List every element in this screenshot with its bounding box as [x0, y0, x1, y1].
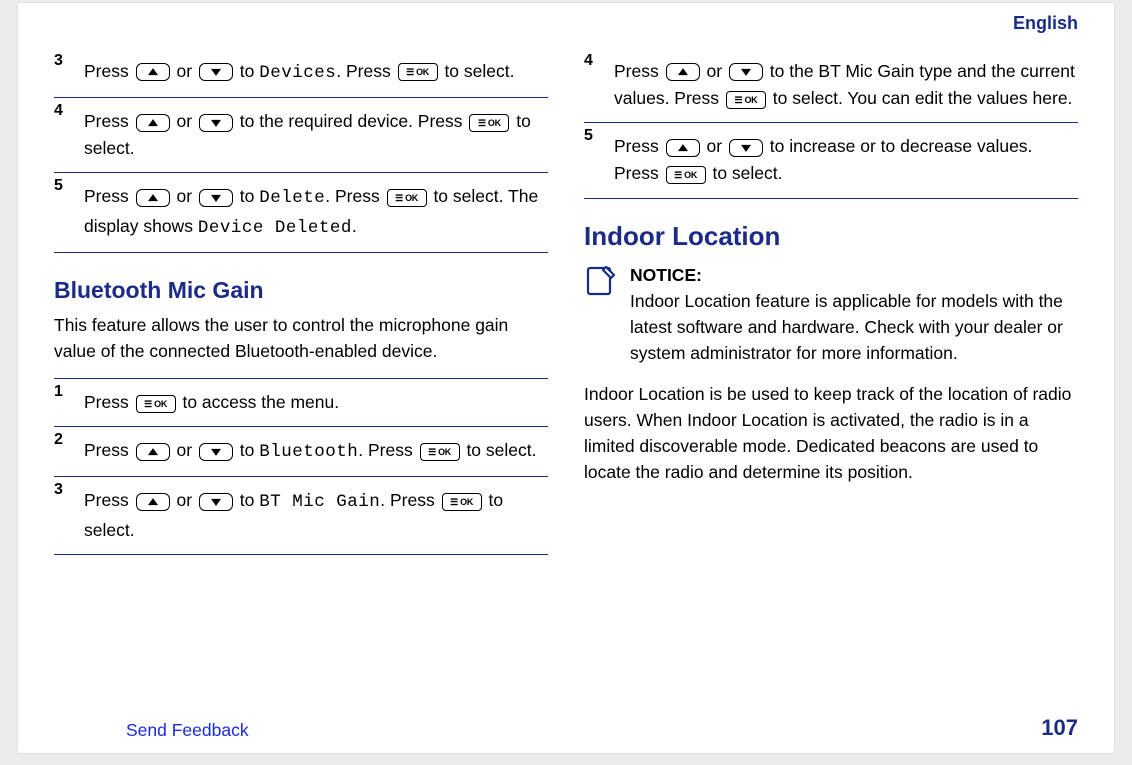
ok-button-icon: ☰ OK: [726, 91, 766, 109]
ok-button-icon: ☰ OK: [398, 63, 438, 81]
send-feedback-link[interactable]: Send Feedback: [126, 720, 249, 741]
up-arrow-icon: [136, 189, 170, 207]
step-text: Press ☰ OK to access the menu.: [54, 389, 548, 416]
indoor-location-paragraph: Indoor Location is be used to keep track…: [584, 381, 1078, 486]
page-footer: Send Feedback 107: [54, 715, 1078, 741]
ok-button-icon: ☰ OK: [387, 189, 427, 207]
notice-label: NOTICE:: [630, 265, 702, 285]
page-number: 107: [1041, 715, 1078, 741]
step-item: 4 Press or to the required device. Press…: [54, 97, 548, 172]
step-text: Press or to Delete. Press ☰ OK to select…: [54, 183, 548, 241]
ok-button-icon: ☰ OK: [666, 166, 706, 184]
down-arrow-icon: [199, 443, 233, 461]
up-arrow-icon: [666, 139, 700, 157]
notice-body: Indoor Location feature is applicable fo…: [630, 291, 1063, 364]
step-number: 1: [54, 383, 63, 401]
up-arrow-icon: [136, 63, 170, 81]
step-item: 5 Press or to increase or to decrease va…: [584, 122, 1078, 198]
step-number: 3: [54, 52, 63, 70]
notice-text: NOTICE: Indoor Location feature is appli…: [630, 262, 1078, 367]
up-arrow-icon: [136, 114, 170, 132]
step-item: 5 Press or to Delete. Press ☰ OK to sele…: [54, 172, 548, 252]
notice-block: NOTICE: Indoor Location feature is appli…: [584, 262, 1078, 367]
header-language: English: [54, 13, 1078, 34]
step-number: 3: [54, 481, 63, 499]
right-column: 4 Press or to the BT Mic Gain type and t…: [584, 48, 1078, 555]
step-item: 2 Press or to Bluetooth. Press ☰ OK to s…: [54, 426, 548, 476]
section-title-indoor-location: Indoor Location: [584, 221, 1078, 252]
step-text: Press or to Devices. Press ☰ OK to selec…: [54, 58, 548, 87]
menu-bluetooth: Bluetooth: [259, 442, 358, 462]
ok-button-icon: ☰ OK: [469, 114, 509, 132]
step-text: Press or to BT Mic Gain. Press ☰ OK to s…: [54, 487, 548, 543]
step-number: 4: [54, 102, 63, 120]
menu-delete: Delete: [259, 188, 325, 208]
step-text: Press or to the required device. Press ☰…: [54, 108, 548, 162]
step-item: 1 Press ☰ OK to access the menu.: [54, 378, 548, 426]
step-item: 3 Press or to BT Mic Gain. Press ☰ OK to…: [54, 476, 548, 554]
menu-devices: Devices: [259, 63, 336, 83]
step-text: Press or to increase or to decrease valu…: [584, 133, 1078, 187]
down-arrow-icon: [199, 493, 233, 511]
step-number: 4: [584, 52, 593, 70]
down-arrow-icon: [199, 114, 233, 132]
notice-icon: [584, 264, 618, 303]
step-text: Press or to the BT Mic Gain type and the…: [584, 58, 1078, 112]
up-arrow-icon: [666, 63, 700, 81]
step-number: 2: [54, 431, 63, 449]
step-item: 3 Press or to Devices. Press ☰ OK to sel…: [54, 48, 548, 97]
step-number: 5: [54, 177, 63, 195]
ok-button-icon: ☰ OK: [442, 493, 482, 511]
step-item: 4 Press or to the BT Mic Gain type and t…: [584, 48, 1078, 122]
content-columns: 3 Press or to Devices. Press ☰ OK to sel…: [54, 48, 1078, 555]
down-arrow-icon: [729, 139, 763, 157]
menu-bt-mic-gain: BT Mic Gain: [259, 492, 380, 512]
page: English 3 Press or to Devices. Press ☰ O…: [18, 3, 1114, 753]
down-arrow-icon: [199, 189, 233, 207]
display-device-deleted: Device Deleted: [198, 218, 352, 238]
step-text: Press or to Bluetooth. Press ☰ OK to sel…: [54, 437, 548, 466]
left-column: 3 Press or to Devices. Press ☰ OK to sel…: [54, 48, 548, 555]
down-arrow-icon: [729, 63, 763, 81]
step-number: 5: [584, 127, 593, 145]
down-arrow-icon: [199, 63, 233, 81]
section-intro: This feature allows the user to control …: [54, 312, 548, 365]
section-title-bt-mic-gain: Bluetooth Mic Gain: [54, 277, 548, 304]
ok-button-icon: ☰ OK: [420, 443, 460, 461]
up-arrow-icon: [136, 493, 170, 511]
up-arrow-icon: [136, 443, 170, 461]
ok-button-icon: ☰ OK: [136, 395, 176, 413]
